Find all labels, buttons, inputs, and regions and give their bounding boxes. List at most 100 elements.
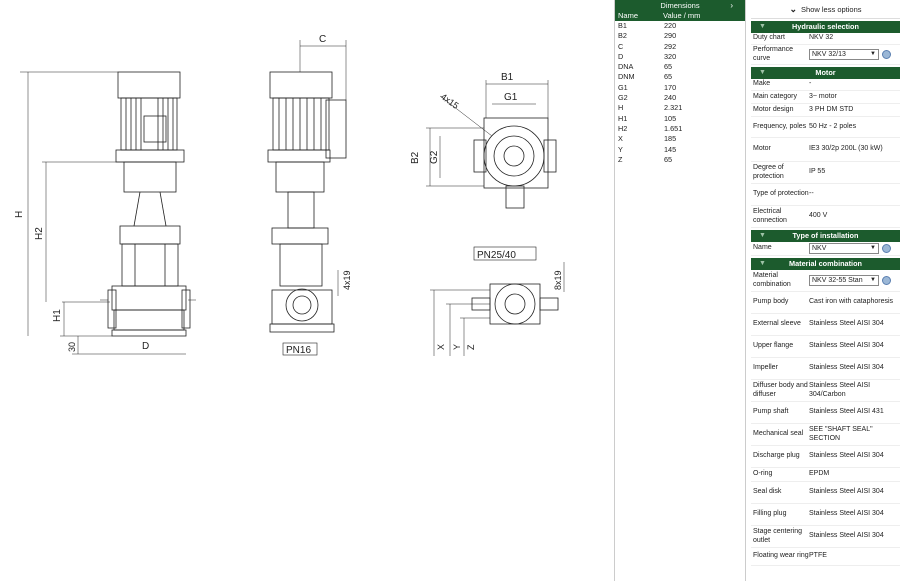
dimension-row: H2 1.651: [615, 124, 745, 134]
show-less-label: Show less options: [801, 5, 862, 14]
dimension-name: H1: [618, 113, 628, 123]
label-4x19: 4x19: [342, 270, 352, 290]
material-label: Seal disk: [753, 488, 782, 496]
dimension-value: 185: [664, 134, 677, 144]
dimensions-header[interactable]: Dimensions ›: [615, 0, 745, 11]
main-category-value: 3~ motor: [809, 92, 837, 100]
dimension-value: 290: [664, 31, 677, 41]
dimension-row: DNA 65: [615, 62, 745, 72]
main-category-row: Main category 3~ motor: [751, 91, 900, 104]
technical-drawing: H H2 H1 30 D C 4x19 PN16 B1 G1 B2 G2 4x1…: [0, 0, 612, 581]
dimension-value: 240: [664, 93, 677, 103]
material-value: Stainless Steel AISI 304: [809, 320, 884, 328]
label-4x15: 4x15: [439, 91, 461, 110]
degree-protection-value: IP 55: [809, 168, 826, 176]
material-row: Filling plug Stainless Steel AISI 304: [751, 504, 900, 526]
label-g1: G1: [504, 92, 518, 103]
material-label: Filling plug: [753, 510, 787, 518]
dimension-value: 170: [664, 82, 677, 92]
dimensions-column-header: Name Value / mm: [615, 11, 745, 21]
dimension-value: 320: [664, 51, 677, 61]
dimension-value: 2.321: [664, 103, 683, 113]
dimension-value: 1.651: [664, 123, 683, 133]
settings-icon[interactable]: [882, 49, 891, 59]
dimensions-rows: B1 220 B2 290 C 292 D 320 DNA 65 DNM 65 G1 170 G2 240 H 2…: [615, 21, 745, 165]
chevron-icon: ▼: [759, 23, 766, 30]
dimension-row: G2 240: [615, 93, 745, 103]
motor-row: Motor IE3 30/2p 200L (30 kW): [751, 138, 900, 162]
settings-icon[interactable]: [882, 275, 891, 285]
material-row: Seal disk Stainless Steel AISI 304: [751, 482, 900, 504]
motor-design-label: Motor design: [753, 105, 794, 113]
material-combination-select[interactable]: NKV 32-55 Stan ▼: [809, 275, 879, 286]
label-d: D: [142, 341, 149, 352]
section-installation-title: Type of installation: [792, 231, 859, 240]
material-row: Diffuser body and diffuser Stainless Stee…: [751, 380, 900, 402]
dimension-name: G2: [618, 93, 628, 103]
material-row: External sleeve Stainless Steel AISI 304: [751, 314, 900, 336]
section-hydraulic[interactable]: ▼ Hydraulic selection: [751, 21, 900, 33]
dimension-value: 65: [664, 62, 673, 72]
material-label: Upper flange: [753, 342, 794, 350]
dimension-name: DNA: [618, 62, 634, 72]
chevron-icon: ▼: [759, 69, 766, 76]
chevron-down-icon: ▼: [870, 277, 876, 283]
degree-protection-label: Degree of protection: [753, 164, 784, 180]
drawing-svg: H H2 H1 30 D C 4x19 PN16 B1 G1 B2 G2 4x1…: [14, 34, 565, 356]
chevron-right-icon[interactable]: ›: [730, 0, 733, 11]
label-z: Z: [466, 344, 476, 350]
type-protection-row: Type of protection --: [751, 184, 900, 206]
material-label: Diffuser body and diffuser: [753, 382, 808, 398]
performance-curve-value: NKV 32/13: [812, 51, 846, 58]
electrical-connection-value: 400 V: [809, 212, 828, 220]
material-value: EPDM: [809, 470, 830, 478]
material-row: Upper flange Stainless Steel AISI 304: [751, 336, 900, 358]
material-row: Impeller Stainless Steel AISI 304: [751, 358, 900, 380]
material-row: O-ring EPDM: [751, 468, 900, 482]
main-category-label: Main category: [753, 92, 797, 100]
motor-label: Motor: [753, 145, 771, 153]
section-material[interactable]: ▼ Material combination: [751, 258, 900, 270]
type-protection-label: Type of protection: [753, 190, 809, 198]
installation-name-select[interactable]: NKV ▼: [809, 243, 879, 254]
chevron-down-icon: ⌄: [789, 4, 798, 14]
material-label: Stage centering outlet: [753, 528, 803, 544]
dimension-name: G1: [618, 82, 628, 92]
label-y: Y: [452, 344, 462, 350]
label-x: X: [436, 344, 446, 350]
electrical-connection-label: Electrical connection: [753, 208, 787, 224]
label-g2: G2: [429, 150, 440, 164]
options-panel: ⌄ Show less options ▼ Hydraulic selection…: [751, 0, 900, 581]
label-8x19: 8x19: [553, 270, 563, 290]
frequency-label: Frequency, poles: [753, 122, 807, 130]
dimension-name: Z: [618, 154, 623, 164]
installation-name-row: Name NKV ▼: [751, 242, 900, 256]
performance-curve-label: Performance curve: [753, 46, 794, 62]
motor-design-value: 3 PH DM STD: [809, 105, 854, 113]
material-value: Stainless Steel AISI 304: [809, 488, 884, 496]
show-less-button[interactable]: ⌄ Show less options: [751, 0, 900, 19]
installation-name-label: Name: [753, 244, 772, 252]
dimension-name: Y: [618, 144, 623, 154]
material-value: Stainless Steel AISI 431: [809, 408, 884, 416]
performance-curve-row: Performance curve NKV 32/13 ▼: [751, 45, 900, 65]
material-value: Stainless Steel AISI 304: [809, 452, 884, 460]
chevron-down-icon: ▼: [870, 245, 876, 251]
material-label: Mechanical seal: [753, 430, 804, 438]
make-label: Make: [753, 80, 771, 88]
dimension-value: 105: [664, 113, 677, 123]
material-value: Stainless Steel AISI 304: [809, 342, 884, 350]
settings-icon[interactable]: [882, 243, 891, 253]
label-30: 30: [67, 342, 77, 352]
material-row: Discharge plug Stainless Steel AISI 304: [751, 446, 900, 468]
dimension-value: 65: [664, 72, 673, 82]
dimension-row: H 2.321: [615, 103, 745, 113]
performance-curve-select[interactable]: NKV 32/13 ▼: [809, 49, 879, 60]
material-label: Pump body: [753, 298, 789, 306]
section-motor[interactable]: ▼ Motor: [751, 67, 900, 79]
dimension-row: B2 290: [615, 31, 745, 41]
col-name: Name: [618, 11, 639, 20]
make-row: Make -: [751, 79, 900, 91]
section-installation[interactable]: ▼ Type of installation: [751, 230, 900, 242]
dimension-name: D: [618, 51, 624, 61]
